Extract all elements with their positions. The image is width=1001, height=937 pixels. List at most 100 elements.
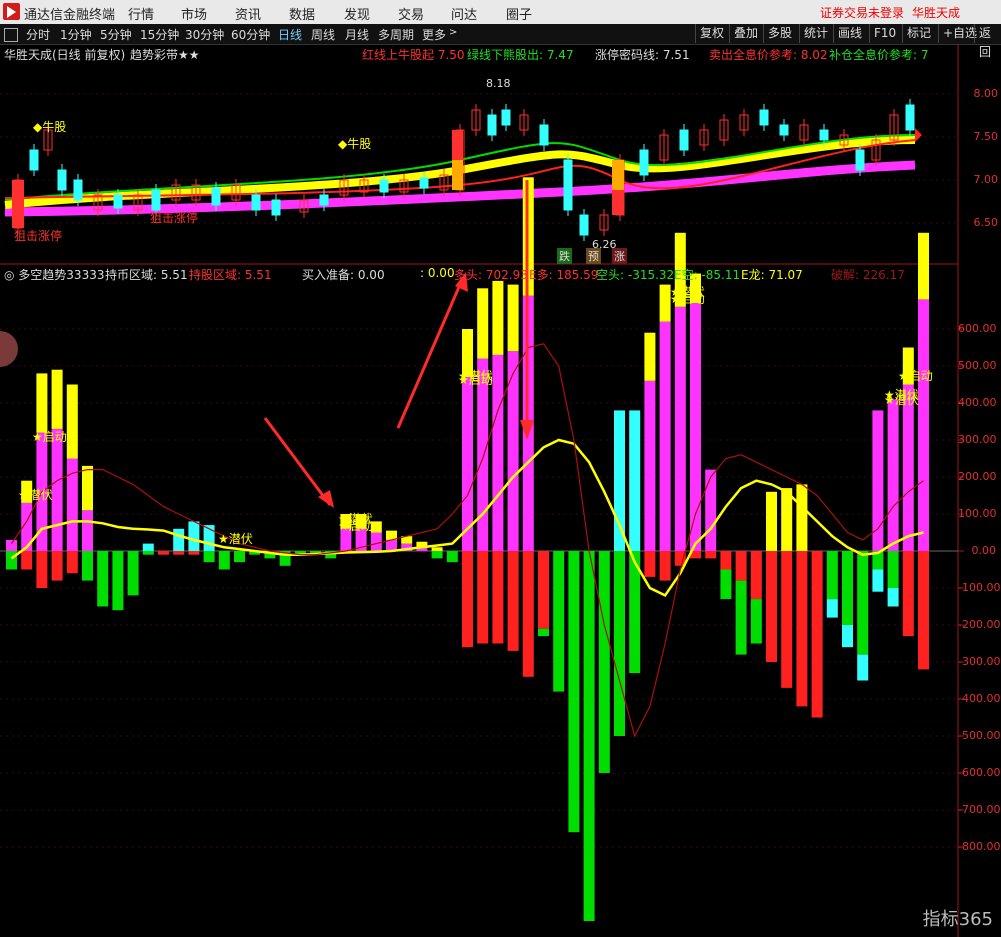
candle-body bbox=[501, 109, 511, 126]
signal-label: ★潜伏 bbox=[218, 532, 253, 546]
bar-E多 bbox=[82, 465, 93, 511]
signal-block bbox=[612, 190, 624, 215]
bar-E空 bbox=[842, 551, 853, 625]
bar-E空 bbox=[887, 551, 899, 588]
holdcoin-text: 持币区域: 5.51 bbox=[105, 268, 188, 282]
bar-E空 bbox=[203, 551, 215, 563]
bar-E龙 bbox=[142, 543, 154, 551]
lower-tick-label: -100.00 bbox=[958, 581, 1001, 594]
bar-E空 bbox=[553, 551, 565, 692]
signal-label: ★启动 bbox=[458, 373, 493, 387]
bar-E空 bbox=[97, 551, 109, 607]
candle-body bbox=[113, 194, 123, 209]
bar-空头 bbox=[188, 551, 200, 555]
bar-多头 bbox=[918, 299, 929, 551]
candle-body bbox=[73, 179, 83, 201]
zhang-badge: 涨 bbox=[612, 248, 627, 264]
bar-E多 bbox=[781, 488, 793, 551]
lower-tick-label: 100.00 bbox=[958, 507, 997, 520]
candlesticks bbox=[12, 99, 915, 241]
bar-E空 bbox=[6, 551, 17, 570]
red-line-text: 红线上牛股起 7.50 bbox=[362, 48, 465, 62]
signal-label: ★启动 bbox=[898, 369, 933, 383]
bar-空头 bbox=[644, 551, 656, 577]
zhangting-label-2: 狙击涨停 bbox=[150, 211, 199, 225]
bar-E空 bbox=[127, 551, 139, 596]
bar-E龙 bbox=[173, 528, 185, 551]
bar-多头 bbox=[82, 510, 93, 551]
bar-空头 bbox=[462, 551, 473, 648]
bar-E多 bbox=[918, 232, 929, 300]
bar-E多 bbox=[796, 484, 808, 551]
candle-body bbox=[539, 124, 549, 146]
upper-indicator-name[interactable]: 趋势彩带★★ bbox=[130, 46, 200, 63]
lower-tick-label: 0.00 bbox=[971, 544, 997, 557]
candle-body bbox=[487, 114, 497, 136]
candle-body bbox=[251, 194, 261, 211]
watermark: 指标365 bbox=[922, 909, 993, 930]
bar-E多 bbox=[66, 384, 78, 459]
upper-title: 华胜天成(日线 前复权) bbox=[4, 48, 126, 62]
signal-label: ★启动 bbox=[338, 519, 373, 533]
bar-多头 bbox=[370, 532, 382, 551]
bar-多头 bbox=[51, 428, 63, 551]
signal-label: ★启动 bbox=[670, 292, 705, 306]
lower-tick-label: -300.00 bbox=[958, 655, 1001, 668]
upper-tick: 7.50 bbox=[973, 130, 999, 143]
bar-多头 bbox=[887, 399, 899, 551]
bar-空头 bbox=[477, 551, 489, 644]
candle-body bbox=[319, 194, 329, 206]
signal-block bbox=[612, 160, 624, 190]
signal-label: ★潜伏 bbox=[884, 393, 919, 407]
lower-tick-label: -600.00 bbox=[958, 766, 1001, 779]
bar-空头 bbox=[538, 551, 549, 629]
bar-E龙 bbox=[842, 625, 853, 648]
lower-tick-label: 300.00 bbox=[958, 433, 997, 446]
bar-E龙 bbox=[826, 599, 838, 618]
signal-block bbox=[12, 180, 24, 228]
bar-E空 bbox=[431, 551, 443, 559]
bar-空头 bbox=[21, 551, 33, 570]
bar-E多 bbox=[431, 547, 443, 551]
candle-body bbox=[211, 187, 221, 206]
prev-nav-button bbox=[0, 331, 18, 367]
bar-E龙 bbox=[188, 521, 200, 551]
bar-空头 bbox=[492, 551, 504, 644]
holdstock-text: 持股区域: 5.51 bbox=[189, 268, 272, 282]
zt-line-text: 涨停密码线: 7.51 bbox=[595, 48, 690, 62]
high-price-label: 8.18 bbox=[486, 77, 511, 90]
bar-空头 bbox=[750, 551, 762, 600]
candle-body bbox=[779, 124, 789, 136]
lower-tick-label: -200.00 bbox=[958, 618, 1001, 631]
bar-多头 bbox=[674, 306, 686, 551]
bar-E空 bbox=[568, 551, 580, 833]
bar-多头 bbox=[705, 469, 717, 551]
bar-多头 bbox=[659, 321, 671, 551]
bar-多头 bbox=[507, 351, 519, 551]
bar-E多 bbox=[51, 369, 63, 429]
kongtou-text: 空头: -315.32 bbox=[596, 268, 675, 282]
lower-tick-label: -800.00 bbox=[958, 840, 1001, 853]
lower-tick-label: 600.00 bbox=[958, 322, 997, 335]
bar-E多 bbox=[766, 491, 777, 551]
candle-body bbox=[855, 149, 865, 171]
bar-空头 bbox=[66, 551, 78, 574]
upper-tick: 8.00 bbox=[973, 87, 999, 100]
bar-E多 bbox=[477, 288, 489, 359]
elong-text: E龙: 71.07 bbox=[741, 268, 803, 282]
bar-空头 bbox=[766, 551, 777, 662]
bar-空头 bbox=[158, 551, 169, 555]
arrow-1 bbox=[263, 417, 332, 506]
candle-body bbox=[57, 169, 67, 191]
bar-多头 bbox=[872, 410, 884, 551]
bar-多头 bbox=[902, 384, 914, 551]
niugu-label-1: ◆牛股 bbox=[33, 120, 67, 134]
candle-body bbox=[819, 129, 829, 141]
signal-block bbox=[452, 160, 463, 190]
bar-空头 bbox=[705, 551, 717, 559]
bar-E空 bbox=[735, 580, 747, 655]
bar-E龙 bbox=[614, 410, 625, 551]
bar-空头 bbox=[522, 551, 534, 677]
candle-body bbox=[151, 189, 161, 211]
bar-空头 bbox=[735, 551, 747, 581]
